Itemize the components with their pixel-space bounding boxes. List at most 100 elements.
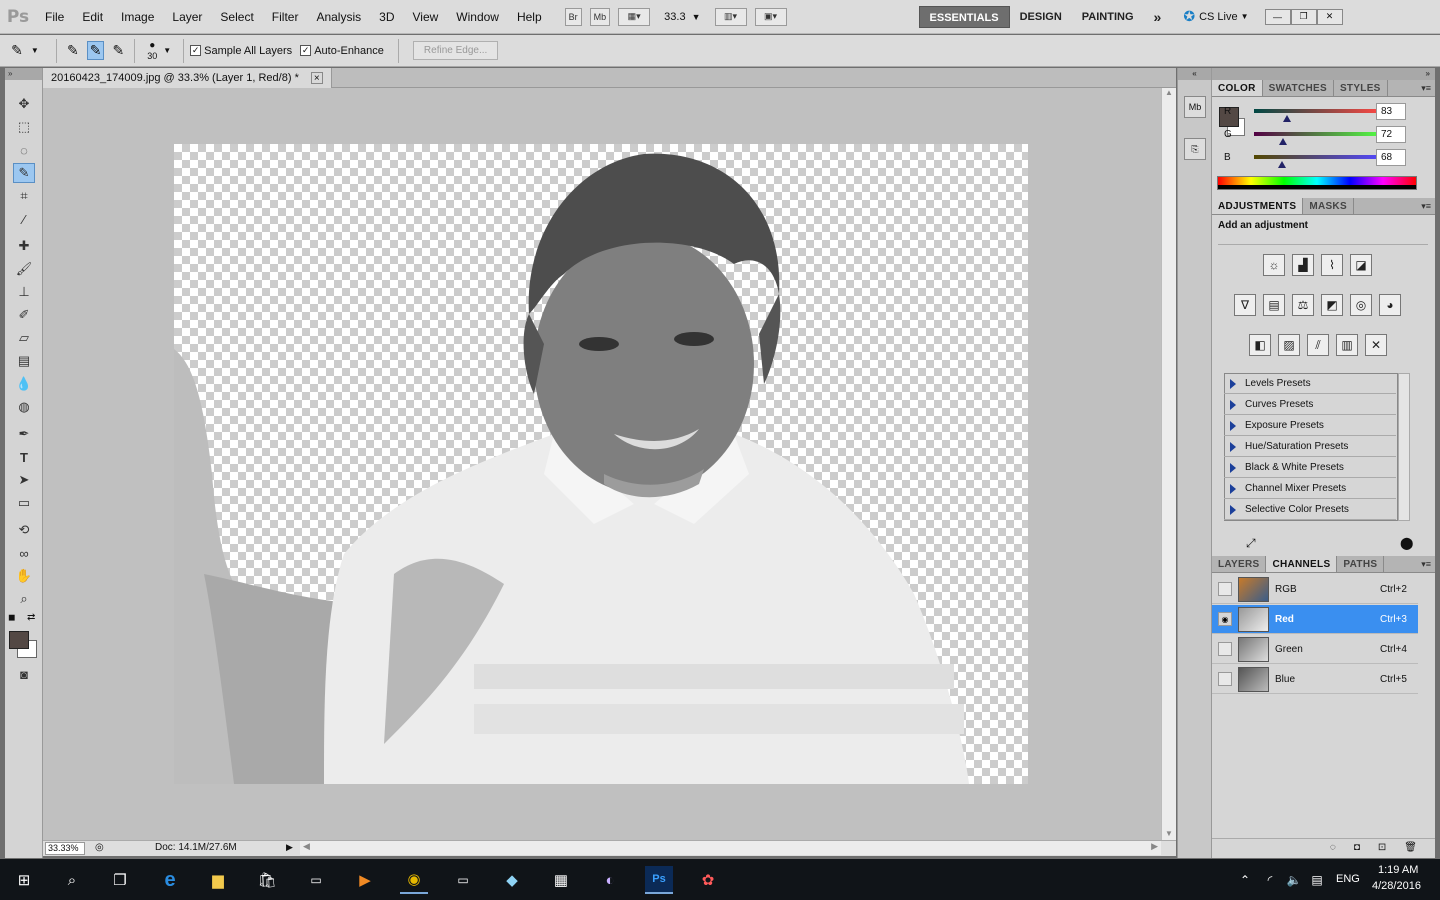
cs-live-button[interactable]: CS Live (1199, 11, 1238, 23)
minimize-button[interactable]: — (1264, 8, 1291, 25)
menu-file[interactable]: File (36, 10, 73, 24)
clone-stamp-tool-icon[interactable]: ⊥ (13, 282, 35, 302)
subtract-selection-brush-icon[interactable]: ✎ (112, 42, 124, 59)
new-selection-brush-icon[interactable]: ✎ (67, 42, 79, 59)
panel-menu-icon[interactable]: ▾≡ (1421, 83, 1431, 94)
menu-layer[interactable]: Layer (163, 10, 211, 24)
scroll-down-icon[interactable]: ▼ (1162, 829, 1176, 838)
chevron-down-icon[interactable]: ▼ (692, 12, 701, 22)
slider-r-value[interactable]: 83 (1376, 102, 1406, 120)
3d-rotate-tool-icon[interactable]: ⟲ (13, 520, 35, 540)
move-tool-icon[interactable]: ✥ (13, 94, 35, 114)
tab-adjustments[interactable]: ADJUSTMENTS (1212, 198, 1304, 214)
slider-b-value[interactable]: 68 (1376, 148, 1406, 166)
eye-icon[interactable]: ◉ (1218, 612, 1232, 626)
collapse-icon[interactable]: » (5, 68, 42, 80)
notification-icon[interactable]: ▤ (1303, 866, 1331, 894)
slider-r[interactable]: R 83 (1212, 101, 1435, 122)
load-selection-icon[interactable]: ◌ (1330, 842, 1336, 853)
preset-hue-saturation[interactable]: Hue/Saturation Presets (1224, 437, 1396, 457)
mini-bridge-button[interactable]: Mb (589, 7, 611, 26)
expand-icon[interactable]: « (1178, 68, 1211, 80)
photo-filter-icon[interactable]: ◎ (1350, 294, 1372, 316)
brush-picker[interactable]: ● 30 (147, 40, 157, 61)
hand-tool-icon[interactable]: ✋ (13, 566, 35, 586)
tool-preset-picker[interactable]: ✎ ▼ (0, 42, 50, 59)
edge-browser-icon[interactable]: e (156, 866, 184, 894)
visibility-toggle[interactable] (1218, 642, 1232, 656)
healing-brush-tool-icon[interactable]: ✚ (13, 236, 35, 256)
file-explorer-icon[interactable]: ▆ (204, 866, 232, 894)
workspaces-more-icon[interactable]: » (1144, 9, 1172, 25)
refine-edge-button[interactable]: Refine Edge... (412, 41, 499, 60)
color-balance-icon[interactable]: ⚖ (1292, 294, 1314, 316)
type-tool-icon[interactable]: T (13, 447, 35, 467)
zoom-level[interactable]: 33.3 (664, 11, 685, 23)
calculator-icon[interactable]: ▦ (547, 866, 575, 894)
zoom-field[interactable]: 33.33% (45, 842, 85, 855)
tab-swatches[interactable]: SWATCHES (1263, 80, 1334, 96)
visibility-toggle[interactable] (1218, 582, 1232, 596)
color-ramp[interactable] (1217, 176, 1417, 190)
blur-tool-icon[interactable]: 💧 (13, 374, 35, 394)
exposure-icon[interactable]: ◪ (1350, 254, 1372, 276)
preset-exposure[interactable]: Exposure Presets (1224, 416, 1396, 436)
levels-icon[interactable]: ▟ (1292, 254, 1314, 276)
slider-b-track[interactable] (1254, 155, 1382, 168)
chrome-icon[interactable]: ◉ (400, 866, 428, 894)
tab-color[interactable]: COLOR (1212, 80, 1263, 96)
menu-view[interactable]: View (403, 10, 447, 24)
eyedropper-tool-icon[interactable]: ⁄ (13, 209, 35, 229)
channel-row-rgb[interactable]: RGB Ctrl+2 (1212, 575, 1418, 604)
save-selection-icon[interactable]: ◘ (1354, 842, 1360, 853)
screen-mode-button[interactable]: ▣▾ (754, 7, 787, 26)
workspace-essentials[interactable]: ESSENTIALS (918, 5, 1010, 28)
close-button[interactable]: ✕ (1316, 8, 1343, 25)
marquee-tool-icon[interactable]: ⬚ (13, 117, 35, 137)
scroll-right-icon[interactable]: ▶ (1151, 841, 1158, 852)
panel-menu-icon[interactable]: ▾≡ (1421, 201, 1431, 212)
slider-r-thumb[interactable] (1283, 115, 1291, 122)
gradient-map-icon[interactable]: ▥ (1336, 334, 1358, 356)
sample-all-layers-checkbox[interactable]: ✓ Sample All Layers (190, 45, 292, 57)
photoshop-taskbar-icon[interactable]: Ps (645, 866, 673, 894)
channel-mixer-icon[interactable]: ◕ (1379, 294, 1401, 316)
status-info-icon[interactable]: ◎ (95, 842, 104, 853)
quick-mask-icon[interactable]: ◙ (13, 664, 35, 684)
vertical-scrollbar[interactable]: ▲ ▼ (1161, 88, 1176, 840)
document-tab[interactable]: 20160423_174009.jpg @ 33.3% (Layer 1, Re… (43, 68, 332, 88)
mini-bridge-panel-icon[interactable]: Mb (1184, 96, 1206, 118)
menu-3d[interactable]: 3D (370, 10, 403, 24)
new-channel-icon[interactable]: ⊡ (1378, 842, 1386, 853)
tab-channels[interactable]: CHANNELS (1266, 556, 1338, 572)
presets-scrollbar[interactable] (1398, 373, 1410, 521)
preset-levels[interactable]: Levels Presets (1224, 374, 1396, 394)
vibrance-icon[interactable]: ∇ (1234, 294, 1256, 316)
hue-saturation-icon[interactable]: ▤ (1263, 294, 1285, 316)
tab-paths[interactable]: PATHS (1337, 556, 1385, 572)
search-icon[interactable]: ⌕ (58, 866, 86, 894)
trash-icon[interactable]: 🗑 (1404, 842, 1417, 853)
auto-enhance-checkbox[interactable]: ✓ Auto-Enhance (300, 45, 384, 57)
arrange-documents-button[interactable]: ▥▾ (714, 7, 747, 26)
brightness-contrast-icon[interactable]: ☼ (1263, 254, 1285, 276)
app-icon[interactable]: ◆ (498, 866, 526, 894)
chevron-down-icon[interactable]: ▼ (1241, 12, 1249, 21)
rectangle-tool-icon[interactable]: ▭ (13, 493, 35, 513)
document-image[interactable] (174, 144, 1028, 784)
quick-selection-tool-icon[interactable]: ✎ (13, 163, 35, 183)
add-to-selection-brush-icon[interactable]: ✎ (86, 41, 105, 60)
windows-start-icon[interactable]: ⊞ (10, 866, 38, 894)
clock-date[interactable]: 4/28/2016 (1372, 880, 1421, 892)
channel-row-green[interactable]: Green Ctrl+4 (1212, 635, 1418, 664)
preset-selective-color[interactable]: Selective Color Presets (1224, 500, 1396, 520)
bridge-button[interactable]: Br (564, 7, 582, 26)
scroll-left-icon[interactable]: ◀ (303, 841, 310, 852)
path-selection-tool-icon[interactable]: ➤ (13, 470, 35, 490)
language-indicator[interactable]: ENG (1336, 873, 1360, 885)
visibility-toggle[interactable] (1218, 672, 1232, 686)
curves-icon[interactable]: ⌇ (1321, 254, 1343, 276)
crop-tool-icon[interactable]: ⌗ (13, 186, 35, 206)
restore-button[interactable]: ❐ (1290, 8, 1317, 25)
3d-orbit-tool-icon[interactable]: ∞ (13, 543, 35, 563)
